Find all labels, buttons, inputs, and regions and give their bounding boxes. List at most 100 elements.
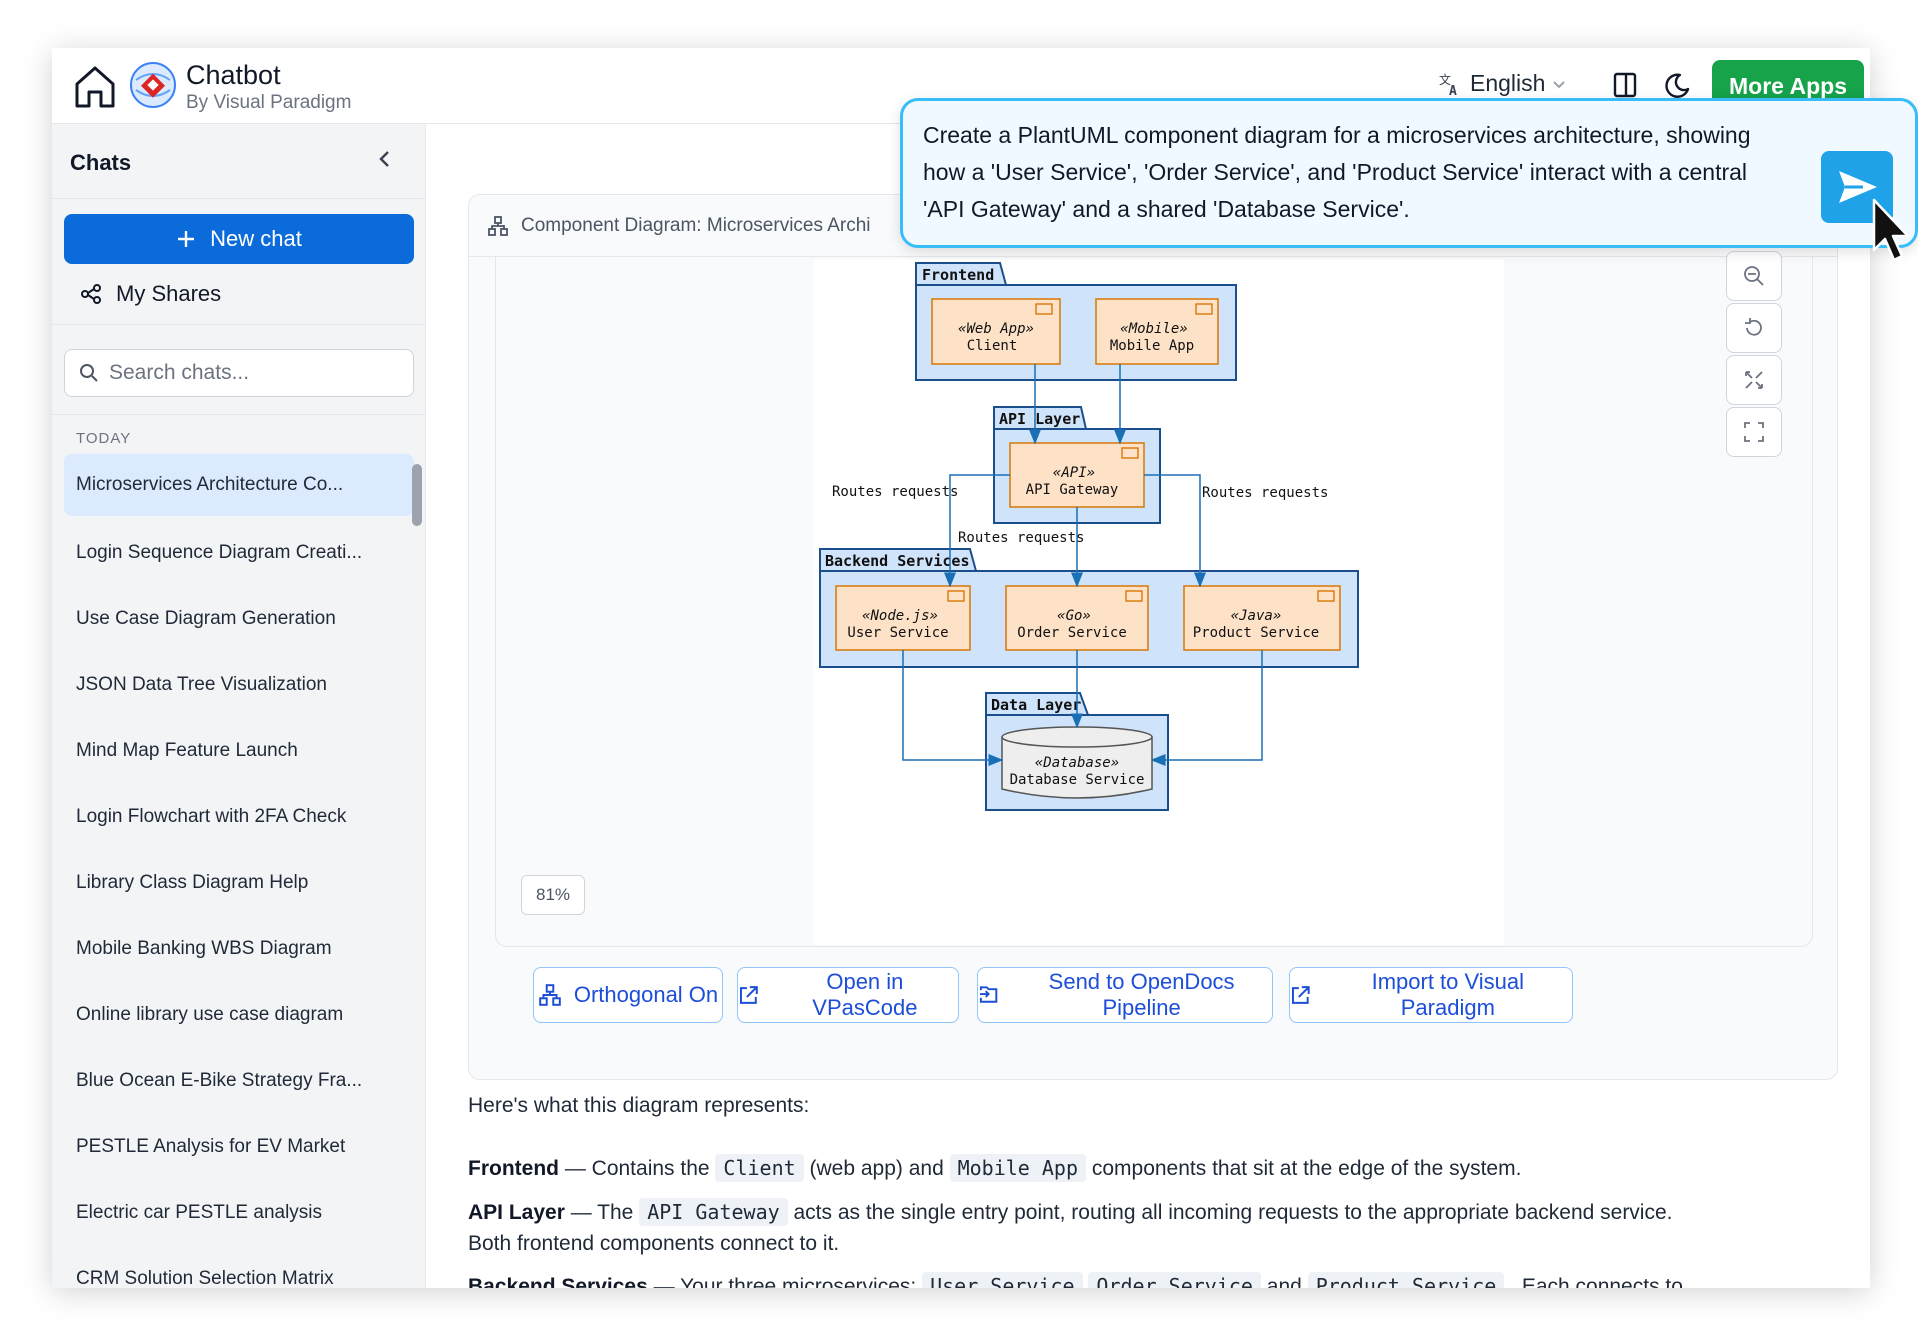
chat-item[interactable]: CRM Solution Selection Matrix xyxy=(64,1246,414,1288)
my-shares-link[interactable]: My Shares xyxy=(80,274,221,314)
code-mobile-app: Mobile App xyxy=(949,1154,1087,1182)
code-product-service: Product Service xyxy=(1307,1272,1505,1288)
section-label-today: TODAY xyxy=(76,430,132,447)
text-span: and xyxy=(1260,1275,1308,1288)
language-label: English xyxy=(1470,70,1546,96)
api-stereotype: «API» xyxy=(1053,465,1095,481)
chevron-left-icon[interactable] xyxy=(372,146,398,172)
send-to-doc-icon xyxy=(979,986,998,1003)
prompt-text: Create a PlantUML component diagram for … xyxy=(923,122,1751,222)
diagram-canvas: Frontend API Layer Backend Services Data… xyxy=(495,251,1813,947)
chat-item[interactable]: Online library use case diagram xyxy=(64,982,414,1048)
fullscreen-icon xyxy=(1744,422,1764,442)
home-icon[interactable] xyxy=(72,62,118,110)
chat-item[interactable]: Mobile Banking WBS Diagram xyxy=(64,916,414,982)
text-span: — The xyxy=(564,1201,640,1224)
sidebar-heading: Chats xyxy=(70,150,132,175)
chat-item[interactable]: Mind Map Feature Launch xyxy=(64,718,414,784)
database-component: «Database» Database Service xyxy=(1001,726,1153,799)
mobile-stereotype: «Mobile» xyxy=(1120,321,1187,337)
route-label-right: Routes requests xyxy=(1202,485,1328,501)
share-icon xyxy=(81,284,101,304)
code-user-service: User Service xyxy=(922,1272,1083,1288)
code-api-gateway: API Gateway xyxy=(639,1198,788,1226)
new-chat-button[interactable]: New chat xyxy=(64,214,414,264)
client-name: Client xyxy=(967,338,1018,354)
api-name: API Gateway xyxy=(1026,482,1119,498)
fit-button[interactable] xyxy=(1726,355,1782,405)
fit-icon xyxy=(1745,371,1763,389)
import-vp-button[interactable]: Import to Visual Paradigm xyxy=(1289,967,1573,1023)
frontend-term: Frontend xyxy=(468,1157,559,1180)
reset-button[interactable] xyxy=(1726,303,1782,353)
search-box xyxy=(64,349,414,397)
chat-item[interactable]: JSON Data Tree Visualization xyxy=(64,652,414,718)
backend-label: Backend Services xyxy=(825,552,970,570)
text-span: — Your three microservices: xyxy=(647,1275,923,1288)
explanation-frontend: Frontend — Contains the Client (web app)… xyxy=(468,1154,1521,1182)
api-gateway-component: «API» API Gateway xyxy=(1009,442,1145,508)
chat-item[interactable]: Electric car PESTLE analysis xyxy=(64,1180,414,1246)
zoom-icon xyxy=(1744,266,1764,286)
translate-icon: 文 A xyxy=(1439,72,1457,97)
chat-item-active[interactable]: Microservices Architecture Co... xyxy=(64,454,414,516)
import-vp-label: Import to Visual Paradigm xyxy=(1371,969,1525,1020)
text-span: acts as the single entry point, routing … xyxy=(787,1201,1673,1224)
my-shares-label: My Shares xyxy=(116,281,222,306)
text-span: . Each connects to xyxy=(1504,1275,1683,1288)
route-label-middle: Routes requests xyxy=(958,530,1084,546)
order-service-component: «Go» Order Service xyxy=(1005,585,1149,651)
svg-text:A: A xyxy=(1449,84,1457,97)
external-link-icon xyxy=(739,986,758,1004)
explanation-intro: Here's what this diagram represents: xyxy=(468,1094,810,1117)
explanation-api-line2: Both frontend components connect to it. xyxy=(468,1232,840,1255)
zoom-level: 81% xyxy=(521,875,585,915)
language-selector[interactable]: 文 A English xyxy=(1438,70,1567,97)
component-diagram-icon xyxy=(539,984,561,1006)
data-layer-label: Data Layer xyxy=(991,696,1081,714)
order-stereotype: «Go» xyxy=(1057,608,1091,624)
user-stereotype: «Node.js» xyxy=(862,608,938,624)
send-opendocs-button[interactable]: Send to OpenDocs Pipeline xyxy=(977,967,1273,1023)
mouse-cursor-icon xyxy=(1872,198,1910,262)
new-chat-label: New chat xyxy=(210,226,302,251)
app-title: Chatbot xyxy=(186,60,281,90)
sidebar-scrollbar[interactable] xyxy=(412,464,422,526)
main-content: Component Diagram: Microservices Archi F… xyxy=(426,124,1870,1288)
chat-item[interactable]: Use Case Diagram Generation xyxy=(64,586,414,652)
fullscreen-button[interactable] xyxy=(1726,407,1782,457)
orthogonal-button[interactable]: Orthogonal On xyxy=(533,967,723,1023)
divider xyxy=(52,414,426,415)
backend-term: Backend Services xyxy=(468,1275,648,1288)
explanation-backend: Backend Services — Your three microservi… xyxy=(468,1272,1683,1288)
explanation-api: API Layer — The API Gateway acts as the … xyxy=(468,1198,1673,1226)
divider xyxy=(52,324,426,325)
diagram-card: Component Diagram: Microservices Archi F… xyxy=(468,194,1838,1080)
chat-item[interactable]: Library Class Diagram Help xyxy=(64,850,414,916)
code-client: Client xyxy=(715,1154,804,1182)
zoom-in-button[interactable] xyxy=(1726,251,1782,301)
open-vpascode-label: Open in VPasCode xyxy=(812,969,918,1020)
send-opendocs-label: Send to OpenDocs Pipeline xyxy=(1048,969,1235,1020)
code-order-service: Order Service xyxy=(1088,1272,1261,1288)
text-span: (web app) and xyxy=(803,1157,950,1180)
chat-item[interactable]: Login Flowchart with 2FA Check xyxy=(64,784,414,850)
user-service-component: «Node.js» User Service xyxy=(835,585,971,651)
mobile-name: Mobile App xyxy=(1110,338,1194,354)
db-name: Database Service xyxy=(1010,772,1145,788)
open-vpascode-button[interactable]: Open in VPasCode xyxy=(737,967,959,1023)
plus-icon xyxy=(178,231,195,247)
frontend-label: Frontend xyxy=(922,266,994,284)
chat-item[interactable]: PESTLE Analysis for EV Market xyxy=(64,1114,414,1180)
orthogonal-label: Orthogonal On xyxy=(573,982,719,1007)
dark-mode-icon[interactable] xyxy=(1662,70,1692,100)
mobile-app-component: «Mobile» Mobile App xyxy=(1095,298,1219,365)
chat-item[interactable]: Login Sequence Diagram Creati... xyxy=(64,520,414,586)
search-input[interactable] xyxy=(109,361,399,385)
chat-list: Microservices Architecture Co... Login S… xyxy=(64,454,414,1288)
chat-item[interactable]: Blue Ocean E-Bike Strategy Fra... xyxy=(64,1048,414,1114)
user-name: User Service xyxy=(847,625,948,641)
panel-toggle-icon[interactable] xyxy=(1610,70,1640,100)
api-layer-label: API Layer xyxy=(999,410,1080,428)
api-term: API Layer xyxy=(468,1201,565,1224)
